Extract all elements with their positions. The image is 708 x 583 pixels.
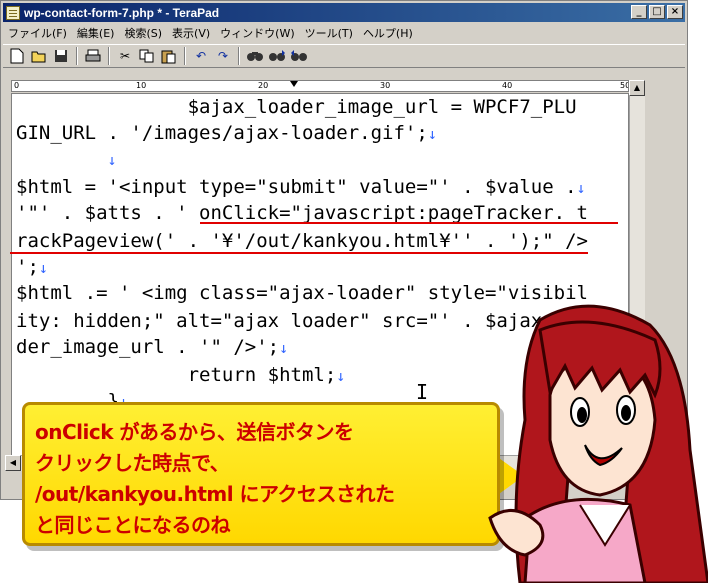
ruler-label: 20 — [258, 81, 269, 90]
callout-line: onClick があるから、送信ボタンを — [35, 420, 354, 444]
callout-line: /out/kankyou.html にアクセスされた — [35, 482, 395, 506]
close-button[interactable]: × — [667, 5, 683, 19]
cartoon-girl-illustration — [488, 304, 708, 583]
column-ruler: 0 10 20 30 40 50 — [11, 80, 629, 92]
menu-help[interactable]: ヘルプ(H) — [358, 25, 418, 41]
return-mark: ↓ — [576, 179, 586, 197]
maximize-button[interactable]: □ — [649, 5, 665, 19]
print-icon[interactable] — [83, 46, 103, 66]
menu-file[interactable]: ファイル(F) — [3, 25, 72, 41]
redo-icon[interactable]: ↷ — [213, 46, 233, 66]
speech-bubble: onClick があるから、送信ボタンを クリックした時点で、 /out/kan… — [22, 402, 500, 546]
terapad-app-icon[interactable] — [6, 5, 20, 20]
cut-icon[interactable]: ✂ — [115, 46, 135, 66]
window-title: wp-contact-form-7.php * - TeraPad — [24, 5, 220, 20]
highlight-underline — [10, 252, 588, 254]
ruler-label: 0 — [14, 81, 20, 90]
code-line: return $html;↓ — [16, 364, 346, 386]
code-line: GIN_URL . '/images/ajax-loader.gif';↓ — [16, 122, 437, 144]
paste-icon[interactable] — [159, 46, 179, 66]
toolbar: ✂ ↶ ↷ — [3, 44, 685, 68]
highlight-underline — [200, 222, 618, 224]
ruler-caret-marker — [290, 81, 298, 87]
code-line: ↓ — [16, 146, 117, 172]
save-icon[interactable] — [51, 46, 71, 66]
menu-view[interactable]: 表示(V) — [167, 25, 215, 41]
return-mark: ↓ — [279, 339, 289, 357]
toolbar-separator — [76, 47, 78, 65]
find-icon[interactable] — [245, 46, 265, 66]
code-line: $html = '<input type="submit" value="' .… — [16, 176, 586, 198]
scroll-up-button[interactable]: ▲ — [629, 80, 645, 96]
return-mark: ↓ — [427, 125, 437, 143]
toolbar-separator — [184, 47, 186, 65]
ruler-label: 30 — [380, 81, 391, 90]
return-mark: ↓ — [38, 259, 48, 277]
menu-tools[interactable]: ツール(T) — [300, 25, 358, 41]
find-next-icon[interactable] — [267, 46, 287, 66]
new-file-icon[interactable] — [7, 46, 27, 66]
ruler-label: 10 — [136, 81, 147, 90]
return-mark: ↓ — [336, 367, 346, 385]
menu-search[interactable]: 検索(S) — [119, 25, 167, 41]
undo-icon[interactable]: ↶ — [191, 46, 211, 66]
callout-line: と同じことになるのね — [35, 513, 231, 537]
ruler-label: 50 — [620, 81, 628, 90]
code-line: ';↓ — [16, 256, 48, 278]
find-prev-icon[interactable] — [289, 46, 309, 66]
title-bar[interactable]: wp-contact-form-7.php * - TeraPad _ □ × — [3, 3, 685, 22]
minimize-button[interactable]: _ — [631, 5, 647, 19]
menu-edit[interactable]: 編集(E) — [72, 25, 120, 41]
ruler-label: 40 — [502, 81, 513, 90]
toolbar-separator — [108, 47, 110, 65]
copy-icon[interactable] — [137, 46, 157, 66]
callout-line: クリックした時点で、 — [35, 451, 230, 475]
open-folder-icon[interactable] — [29, 46, 49, 66]
return-mark: ↓ — [107, 151, 117, 169]
code-line: rackPageview(' . '¥'/out/kankyou.html¥''… — [16, 230, 588, 252]
code-line: der_image_url . '" />';↓ — [16, 336, 289, 358]
menu-bar: ファイル(F) 編集(E) 検索(S) 表示(V) ウィンドウ(W) ツール(T… — [3, 24, 685, 42]
scroll-left-button[interactable]: ◀ — [5, 455, 21, 471]
menu-window[interactable]: ウィンドウ(W) — [215, 25, 299, 41]
toolbar-separator — [238, 47, 240, 65]
text-cursor-icon: I — [416, 380, 429, 404]
code-line: $ajax_loader_image_url = WPCF7_PLU — [16, 96, 577, 118]
